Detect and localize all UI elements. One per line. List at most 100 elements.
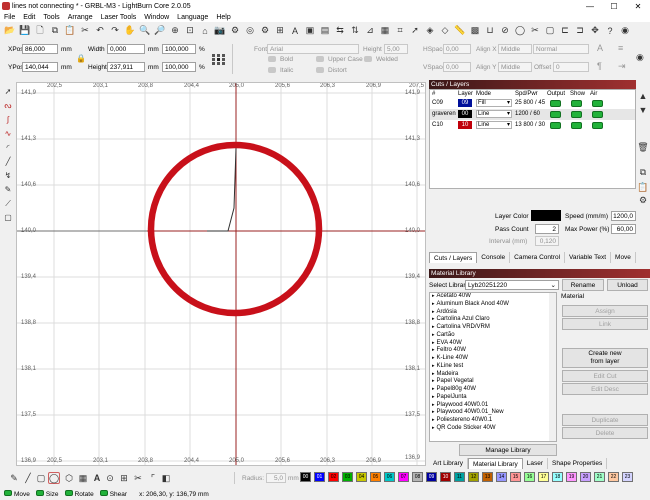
output-toggle[interactable] bbox=[550, 122, 561, 129]
rectangle-tool-icon[interactable]: ▢ bbox=[3, 212, 14, 223]
width-input[interactable]: 0,000 bbox=[107, 44, 145, 54]
palette-swatch[interactable]: 02 bbox=[328, 472, 339, 482]
interval-input[interactable]: 0,120 bbox=[535, 236, 559, 246]
close-path-icon[interactable]: ◯ bbox=[514, 25, 526, 37]
tab-tool-icon[interactable]: ✂ bbox=[132, 472, 144, 484]
link-button[interactable]: Link bbox=[562, 318, 648, 330]
palette-swatch[interactable]: 14 bbox=[496, 472, 507, 482]
palette-swatch[interactable]: 17 bbox=[538, 472, 549, 482]
flip-h-icon[interactable]: ⇆ bbox=[334, 25, 346, 37]
pointer-icon[interactable]: ➚ bbox=[409, 25, 421, 37]
text-icon[interactable]: A bbox=[289, 25, 301, 37]
air-toggle[interactable] bbox=[592, 100, 603, 107]
close-button[interactable]: ✕ bbox=[626, 0, 650, 12]
output-toggle[interactable] bbox=[550, 111, 561, 118]
cut-mode[interactable]: Line ▾ bbox=[476, 110, 512, 118]
aligny-select[interactable]: Middle bbox=[498, 62, 532, 72]
palette-swatch[interactable]: 22 bbox=[608, 472, 619, 482]
bezier-icon[interactable]: ∫ bbox=[3, 114, 14, 125]
tab-move[interactable]: Move bbox=[611, 252, 636, 263]
menu-tools[interactable]: Tools bbox=[43, 14, 59, 21]
material-list-item[interactable]: ▸ Feltro 40W bbox=[432, 347, 556, 355]
palette-swatch[interactable]: 13 bbox=[482, 472, 493, 482]
assign-button[interactable]: Assign bbox=[562, 305, 648, 317]
pan-icon[interactable]: ✋ bbox=[124, 25, 136, 37]
text-tool-icon[interactable]: A bbox=[91, 472, 103, 484]
palette-swatch[interactable]: 11 bbox=[454, 472, 465, 482]
size-toggle[interactable] bbox=[35, 490, 44, 496]
rotation-grid-icon[interactable] bbox=[212, 46, 225, 72]
rename-button[interactable]: Rename bbox=[562, 279, 604, 291]
edit-nodes-icon[interactable]: ᔓ bbox=[3, 100, 14, 111]
move-icon[interactable]: ✥ bbox=[589, 25, 601, 37]
material-list-item[interactable]: ▸ Aluminum Black Anod 40W bbox=[432, 301, 556, 309]
zoom-page-icon[interactable]: ⊡ bbox=[184, 25, 196, 37]
material-list-item[interactable]: ▸ Playwood 40W0.01_New bbox=[432, 409, 556, 417]
trim-icon[interactable]: ✂ bbox=[529, 25, 541, 37]
measure-tool-icon[interactable]: ⊞ bbox=[118, 472, 130, 484]
text-ltr-icon[interactable]: ⇥ bbox=[618, 61, 626, 72]
curve-icon[interactable]: ∿ bbox=[3, 128, 14, 139]
ypos-input[interactable]: 140,044 bbox=[22, 62, 58, 72]
max-power-input[interactable]: 60,00 bbox=[611, 224, 636, 234]
delete-material-button[interactable]: Delete bbox=[562, 427, 648, 439]
more-shapes-icon[interactable]: ◧ bbox=[160, 472, 172, 484]
speed-input[interactable]: 1200,0 bbox=[611, 211, 636, 221]
line-draw-icon[interactable]: ╱ bbox=[22, 472, 34, 484]
material-list-item[interactable]: ▸ Cartão bbox=[432, 332, 556, 340]
cut-layer-row[interactable]: C10 10 Line ▾ 13 800 / 30 bbox=[430, 120, 635, 131]
material-list-item[interactable]: ▸ Cartolina Azul Claro bbox=[432, 316, 556, 324]
zoom-in-icon[interactable]: 🔍 bbox=[139, 25, 151, 37]
cut-mode[interactable]: Fill ▾ bbox=[476, 99, 512, 107]
laser-icon[interactable]: ◉ bbox=[619, 25, 631, 37]
tab-variable-text[interactable]: Variable Text bbox=[565, 252, 612, 263]
minimize-button[interactable]: — bbox=[578, 0, 602, 12]
alignx-select[interactable]: Middle bbox=[498, 44, 532, 54]
material-list-item[interactable]: ▸ Papel Vegetal bbox=[432, 378, 556, 386]
material-list-item[interactable]: ▸ KLine test bbox=[432, 363, 556, 371]
position-laser-icon[interactable]: ⊙ bbox=[104, 472, 116, 484]
menu-window[interactable]: Window bbox=[144, 14, 169, 21]
menu-edit[interactable]: Edit bbox=[23, 14, 35, 21]
mirror-icon[interactable]: ⊿ bbox=[364, 25, 376, 37]
menu-language[interactable]: Language bbox=[177, 14, 208, 21]
redo-icon[interactable]: ↷ bbox=[109, 25, 121, 37]
array-icon[interactable]: ▦ bbox=[379, 25, 391, 37]
lock-icon[interactable]: 🔒 bbox=[76, 54, 86, 63]
camera-settings-icon[interactable]: ⚙ bbox=[229, 25, 241, 37]
material-list[interactable]: ▸ Acetato 40W ▸ Aluminum Black Anod 40W ▸ Ard… bbox=[429, 292, 557, 442]
new-file-icon[interactable]: 🗋 bbox=[34, 25, 46, 37]
group-icon[interactable]: ▣ bbox=[304, 25, 316, 37]
polygon-draw-icon[interactable]: ⬡ bbox=[63, 472, 75, 484]
move-toggle[interactable] bbox=[4, 490, 12, 496]
edit-desc-button[interactable]: Edit Desc bbox=[562, 383, 648, 395]
palette-swatch[interactable]: 00 bbox=[300, 472, 311, 482]
duplicate-button[interactable]: Duplicate bbox=[562, 414, 648, 426]
distort-toggle[interactable] bbox=[316, 67, 324, 73]
rotate-toggle[interactable] bbox=[64, 490, 73, 496]
laser-window-icon[interactable]: ◉ bbox=[636, 52, 644, 63]
library-select[interactable]: Lyb20251220 ⌄ bbox=[465, 280, 559, 290]
show-toggle[interactable] bbox=[571, 100, 582, 107]
material-list-item[interactable]: ▸ Playwood 40W0.01 bbox=[432, 402, 556, 410]
cut-icon[interactable]: ✂ bbox=[79, 25, 91, 37]
flip-v-icon[interactable]: ⇅ bbox=[349, 25, 361, 37]
menu-arrange[interactable]: Arrange bbox=[68, 14, 93, 21]
copy-layer-icon[interactable]: ⧉ bbox=[637, 166, 649, 178]
material-list-item[interactable]: ▸ PapelJunta bbox=[432, 394, 556, 402]
font-height-input[interactable]: 5,00 bbox=[384, 44, 408, 54]
camera-icon[interactable]: 📷 bbox=[214, 25, 226, 37]
flip-text-icon[interactable]: A bbox=[597, 43, 603, 53]
palette-swatch[interactable]: 21 bbox=[594, 472, 605, 482]
spiral-icon[interactable]: ↯ bbox=[3, 170, 14, 181]
palette-swatch[interactable]: 19 bbox=[566, 472, 577, 482]
grid-array-icon[interactable]: ▦ bbox=[77, 472, 89, 484]
text-style-select[interactable]: Normal bbox=[533, 44, 589, 54]
settings-icon[interactable]: ⚙ bbox=[259, 25, 271, 37]
palette-swatch[interactable]: 18 bbox=[552, 472, 563, 482]
break-icon[interactable]: ⊘ bbox=[499, 25, 511, 37]
tab-shape-properties[interactable]: Shape Properties bbox=[548, 458, 608, 469]
font-select[interactable]: Arial bbox=[267, 44, 359, 54]
material-list-item[interactable]: ▸ QR Code Sticker 40W bbox=[432, 425, 556, 433]
xpos-input[interactable]: 86,000 bbox=[22, 44, 58, 54]
